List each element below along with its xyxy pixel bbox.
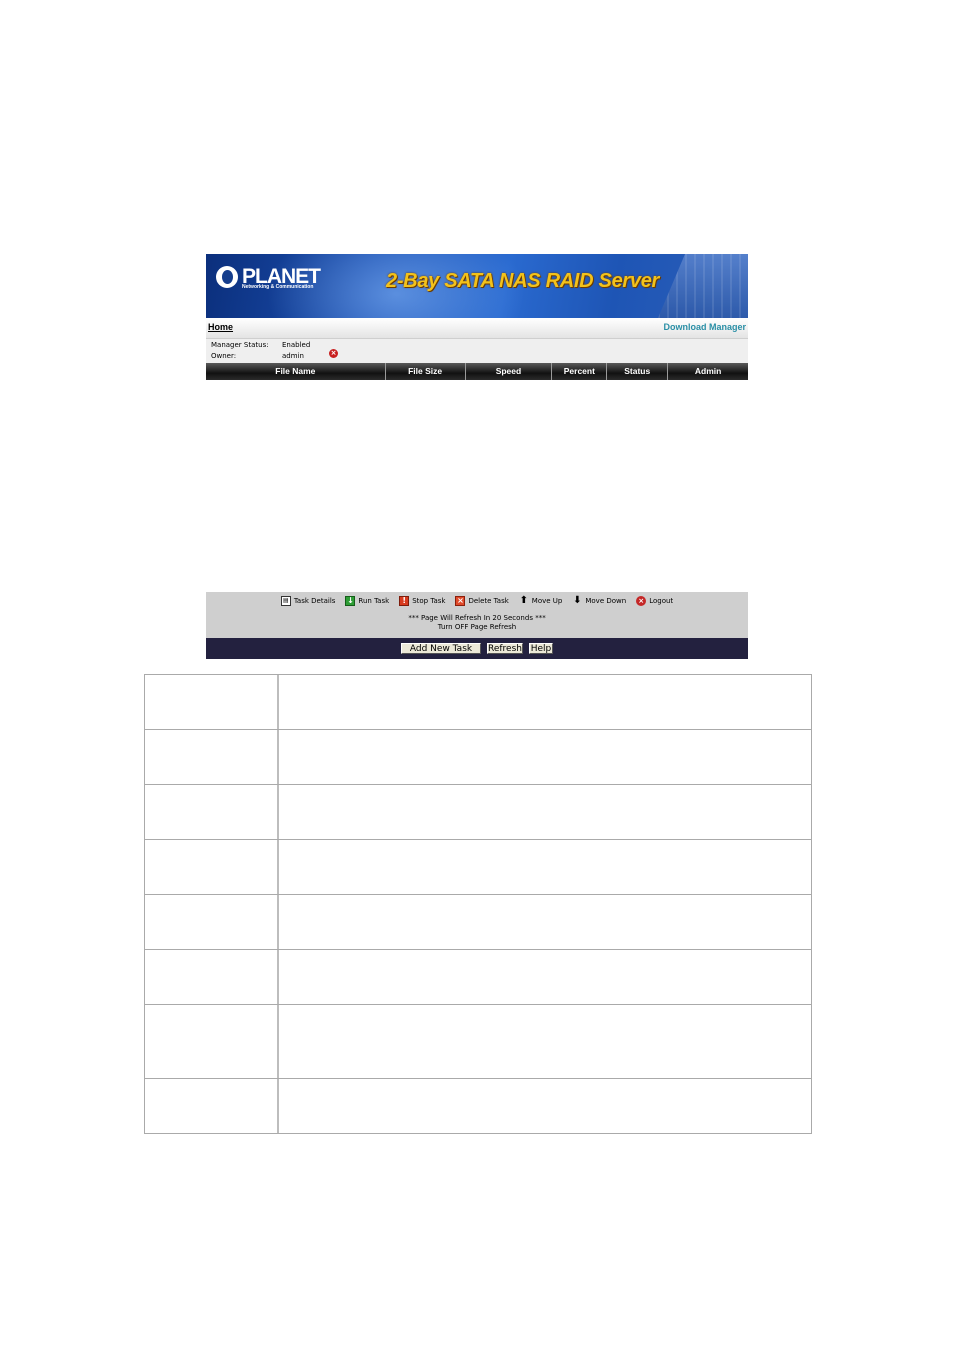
table-row	[145, 785, 811, 840]
table-cell	[145, 785, 279, 839]
table-cell	[145, 840, 279, 894]
move-down-icon: ⬇	[573, 595, 582, 606]
stop-task-icon: !	[399, 596, 410, 606]
table-cell	[279, 730, 811, 784]
column-admin[interactable]: Admin	[668, 363, 748, 380]
column-percent[interactable]: Percent	[552, 363, 608, 380]
column-speed[interactable]: Speed	[466, 363, 553, 380]
table-row	[145, 1005, 811, 1079]
table-cell	[145, 1079, 279, 1133]
table-row	[145, 895, 811, 950]
legend-items: ▤ Task Details ↓ Run Task ! Stop Task × Dele…	[206, 596, 748, 606]
table-row	[145, 950, 811, 1005]
table-cell	[145, 675, 279, 729]
refresh-countdown: *** Page Will Refresh In 20 Seconds ***	[408, 614, 546, 622]
legend-logout[interactable]: × Logout	[636, 596, 673, 606]
table-cell	[145, 895, 279, 949]
banner: PLANET Networking & Communication 2-Bay …	[206, 254, 748, 318]
table-cell	[145, 730, 279, 784]
planet-logo-icon	[216, 266, 238, 288]
manager-info: Manager Status: Enabled Owner: admin ×	[206, 339, 748, 363]
owner-label: Owner:	[211, 352, 237, 360]
legend-label: Task Details	[293, 597, 336, 605]
legend-label: Move Up	[531, 597, 563, 605]
column-status[interactable]: Status	[607, 363, 669, 380]
manager-status-label: Manager Status:	[211, 341, 269, 349]
column-file-size[interactable]: File Size	[386, 363, 466, 380]
table-row	[145, 1079, 811, 1133]
footer-toolbar: Add New Task Refresh Help	[206, 638, 748, 659]
description-table	[144, 674, 812, 1134]
table-cell	[279, 675, 811, 729]
legend-label[interactable]: Logout	[649, 597, 673, 605]
product-title: 2-Bay SATA NAS RAID Server	[386, 270, 660, 292]
legend-label: Stop Task	[412, 597, 446, 605]
legend-move-up: ⬆ Move Up	[519, 596, 563, 606]
owner-row: Owner: admin	[211, 352, 304, 360]
action-legend: ▤ Task Details ↓ Run Task ! Stop Task × Dele…	[206, 592, 748, 638]
delete-task-icon: ×	[455, 596, 466, 606]
task-table-body	[206, 380, 748, 592]
table-row	[145, 840, 811, 895]
building-graphic	[658, 254, 748, 318]
help-button[interactable]: Help	[529, 643, 553, 654]
legend-run-task: ↓ Run Task	[345, 596, 389, 606]
legend-label: Delete Task	[468, 597, 509, 605]
legend-move-down: ⬇ Move Down	[572, 596, 626, 606]
download-manager-window: PLANET Networking & Communication 2-Bay …	[206, 254, 748, 659]
table-cell	[279, 1079, 811, 1133]
column-file-name[interactable]: File Name	[206, 363, 386, 380]
table-cell	[145, 1005, 279, 1078]
legend-task-details: ▤ Task Details	[280, 596, 336, 606]
legend-delete-task: × Delete Task	[455, 596, 509, 606]
table-cell	[279, 1005, 811, 1078]
refresh-button[interactable]: Refresh	[487, 643, 523, 654]
legend-stop-task: ! Stop Task	[399, 596, 445, 606]
logo-subtext: Networking & Communication	[242, 284, 314, 290]
table-cell	[279, 950, 811, 1004]
task-table-header: File Name File Size Speed Percent Status…	[206, 363, 748, 380]
legend-label: Move Down	[585, 597, 627, 605]
table-cell	[145, 950, 279, 1004]
add-new-task-button[interactable]: Add New Task	[401, 643, 481, 654]
nav-bar: Home Download Manager	[206, 318, 748, 339]
table-row	[145, 675, 811, 730]
owner-value: admin	[282, 352, 304, 360]
move-up-icon: ⬆	[519, 595, 528, 606]
legend-label: Run Task	[358, 597, 390, 605]
table-cell	[279, 785, 811, 839]
run-task-icon: ↓	[345, 596, 356, 606]
manager-status-row: Manager Status: Enabled	[211, 341, 310, 349]
logout-icon[interactable]: ×	[636, 596, 647, 606]
table-row	[145, 730, 811, 785]
manager-status-value: Enabled	[282, 341, 311, 349]
task-details-icon: ▤	[280, 596, 291, 606]
remove-owner-icon[interactable]: ×	[329, 349, 338, 358]
table-cell	[279, 840, 811, 894]
home-link[interactable]: Home	[208, 322, 233, 332]
table-cell	[279, 895, 811, 949]
refresh-toggle-link[interactable]: Turn OFF Page Refresh	[206, 623, 748, 631]
page-title: Download Manager	[663, 322, 746, 332]
